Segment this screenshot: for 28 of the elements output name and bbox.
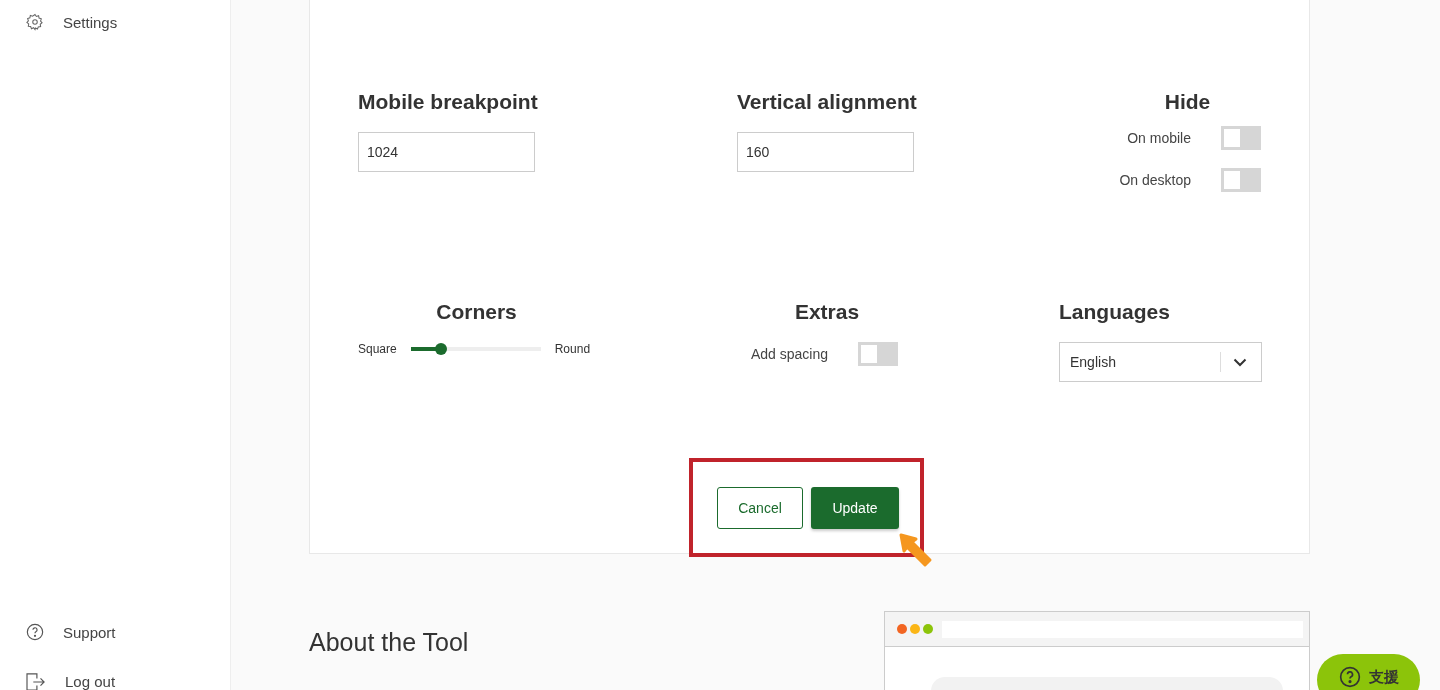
slider-thumb[interactable] — [434, 343, 447, 355]
update-button[interactable]: Update — [811, 487, 899, 529]
section-title: Hide — [1163, 90, 1212, 114]
section-title: Extras — [793, 300, 861, 324]
section-title: Languages — [1059, 300, 1171, 324]
toggle-label: On mobile — [1127, 130, 1191, 146]
toggle-label: Add spacing — [751, 346, 829, 362]
chevron-down-icon — [1233, 357, 1247, 367]
slider-max-label: Round — [554, 342, 591, 356]
sidebar-item[interactable]: Log out — [26, 673, 230, 690]
sidebar-item[interactable]: Support — [26, 621, 230, 643]
toggle-label: On desktop — [1119, 172, 1191, 188]
sidebar-item[interactable]: Settings — [26, 11, 230, 33]
language-dropdown[interactable]: English — [1059, 342, 1262, 382]
cancel-button[interactable]: Cancel — [717, 487, 803, 529]
input-field[interactable]: 160 — [737, 132, 914, 172]
help-icon — [26, 623, 44, 641]
help-icon — [1338, 666, 1361, 688]
toggle-switch[interactable] — [1221, 126, 1261, 150]
slider-min-label: Square — [358, 342, 397, 356]
logout-icon — [26, 673, 46, 690]
settings-icon — [26, 13, 44, 31]
toggle-switch[interactable] — [858, 342, 899, 366]
about-title: About the Tool — [309, 628, 469, 658]
toggle-switch[interactable] — [1221, 168, 1261, 192]
section-title: Corners — [435, 300, 518, 324]
help-button[interactable]: 支援 — [1317, 654, 1420, 690]
input-field[interactable]: 1024 — [358, 132, 535, 172]
